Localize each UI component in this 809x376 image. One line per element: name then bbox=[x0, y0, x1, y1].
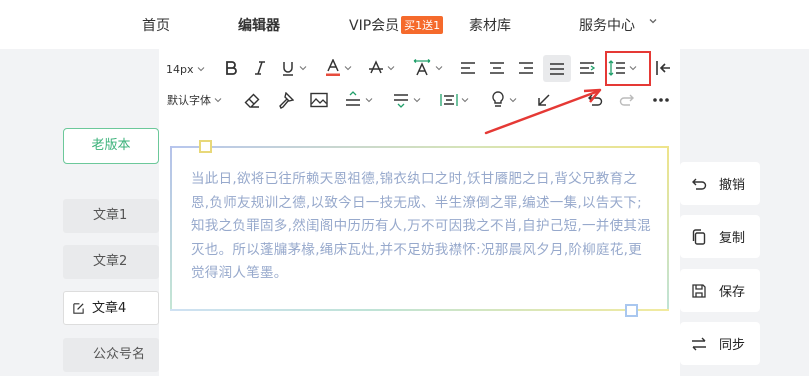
more-icon bbox=[653, 98, 669, 102]
vip-promo-badge: 买1送1 bbox=[401, 16, 444, 34]
redo-toolbar-button[interactable] bbox=[617, 90, 637, 110]
clear-format-button[interactable] bbox=[242, 90, 262, 110]
article-item[interactable]: 文章1 bbox=[63, 199, 159, 233]
chevron-down-icon[interactable] bbox=[648, 16, 658, 26]
letter-spacing-button[interactable] bbox=[412, 57, 443, 79]
format-painter-icon bbox=[278, 91, 294, 109]
align-right-button[interactable] bbox=[516, 58, 536, 78]
chevron-down-icon bbox=[387, 66, 395, 71]
chevron-down-icon bbox=[299, 66, 307, 71]
article-label: 文章4 bbox=[92, 301, 127, 316]
nav-home[interactable]: 首页 bbox=[142, 15, 170, 35]
frame-corner-square bbox=[199, 140, 212, 153]
align-right-icon bbox=[519, 62, 533, 74]
image-icon bbox=[310, 92, 328, 108]
align-justify-icon bbox=[550, 62, 564, 75]
line-height-highlight bbox=[605, 51, 651, 86]
nav-vip[interactable]: VIP会员 买1送1 bbox=[349, 15, 444, 35]
article-item[interactable]: 文章2 bbox=[63, 245, 159, 279]
nav-vip-label: VIP会员 bbox=[349, 18, 400, 34]
article-body-text[interactable]: 当此日,欲将已往所赖天恩祖德,锦衣纨口之时,饫甘餍肥之日,背父兄教育之恩,负师友… bbox=[191, 168, 653, 286]
underline-icon bbox=[283, 62, 293, 76]
font-size-value: 14px bbox=[166, 62, 194, 76]
redo-icon bbox=[619, 94, 634, 106]
align-center-button[interactable] bbox=[487, 58, 507, 78]
chevron-down-icon bbox=[197, 67, 204, 72]
font-color-button[interactable] bbox=[325, 58, 352, 78]
bold-icon bbox=[226, 61, 237, 75]
eraser-icon bbox=[244, 93, 259, 108]
strikethrough-button[interactable] bbox=[368, 58, 395, 78]
nav-materials[interactable]: 素材库 bbox=[469, 15, 511, 35]
align-left-button[interactable] bbox=[458, 58, 478, 78]
frame-border-left bbox=[170, 146, 172, 311]
copy-label: 复制 bbox=[719, 231, 746, 246]
align-center-icon bbox=[490, 62, 504, 74]
font-family-value: 默认字体 bbox=[167, 94, 211, 107]
article-item[interactable]: 公众号名 bbox=[63, 338, 159, 372]
more-options-button[interactable] bbox=[650, 90, 672, 110]
chevron-down-icon bbox=[413, 98, 421, 103]
frame-border-top bbox=[170, 146, 669, 148]
paragraph-spacing-before-button[interactable] bbox=[344, 90, 373, 110]
font-color-icon bbox=[326, 59, 340, 76]
save-label: 保存 bbox=[719, 285, 746, 300]
frame-border-bottom bbox=[170, 309, 669, 311]
nav-service[interactable]: 服务中心 bbox=[579, 15, 635, 35]
save-icon bbox=[692, 283, 706, 298]
font-family-select[interactable]: 默认字体 bbox=[167, 91, 222, 109]
chevron-down-icon bbox=[344, 66, 352, 71]
spacing-before-icon bbox=[346, 91, 360, 106]
undo-label: 撤销 bbox=[719, 178, 746, 193]
sync-button[interactable]: 同步 bbox=[680, 322, 760, 365]
edit-icon bbox=[73, 303, 84, 314]
italic-button[interactable] bbox=[250, 58, 270, 78]
side-spacing-icon bbox=[440, 94, 458, 106]
italic-icon bbox=[255, 61, 265, 75]
paragraph-spacing-after-button[interactable] bbox=[392, 90, 421, 110]
collapse-panel-button[interactable] bbox=[652, 58, 674, 78]
undo-icon bbox=[692, 178, 707, 190]
side-spacing-button[interactable] bbox=[440, 90, 469, 110]
chevron-down-icon bbox=[214, 98, 222, 103]
letter-spacing-icon bbox=[413, 58, 431, 76]
align-justify-button[interactable] bbox=[543, 55, 571, 82]
red-arrow-icon bbox=[484, 88, 602, 135]
font-size-select[interactable]: 14px bbox=[166, 60, 205, 78]
copy-icon bbox=[692, 228, 706, 245]
undo-button[interactable]: 撤销 bbox=[680, 162, 760, 205]
insert-image-button[interactable] bbox=[308, 90, 330, 110]
old-version-button[interactable]: 老版本 bbox=[63, 128, 159, 164]
align-left-icon bbox=[461, 62, 475, 74]
chevron-down-icon bbox=[435, 66, 443, 71]
sync-icon bbox=[692, 337, 706, 350]
copy-button[interactable]: 复制 bbox=[680, 215, 760, 258]
indent-icon bbox=[580, 62, 595, 74]
bold-button[interactable] bbox=[221, 58, 241, 78]
chevron-down-icon bbox=[461, 98, 469, 103]
article-item-active[interactable]: 文章4 bbox=[63, 291, 159, 325]
underline-button[interactable] bbox=[280, 58, 307, 78]
frame-border-right bbox=[667, 146, 669, 311]
indent-button[interactable] bbox=[577, 58, 597, 78]
save-button[interactable]: 保存 bbox=[680, 269, 760, 312]
collapse-icon bbox=[656, 61, 670, 75]
frame-corner-square bbox=[625, 304, 638, 317]
sync-label: 同步 bbox=[719, 338, 746, 353]
format-painter-button[interactable] bbox=[275, 90, 295, 110]
nav-editor[interactable]: 编辑器 bbox=[238, 15, 280, 35]
top-nav: 首页 编辑器 VIP会员 买1送1 素材库 服务中心 bbox=[0, 0, 809, 49]
chevron-down-icon bbox=[365, 98, 373, 103]
spacing-after-icon bbox=[394, 94, 408, 108]
strikethrough-icon bbox=[369, 60, 383, 74]
